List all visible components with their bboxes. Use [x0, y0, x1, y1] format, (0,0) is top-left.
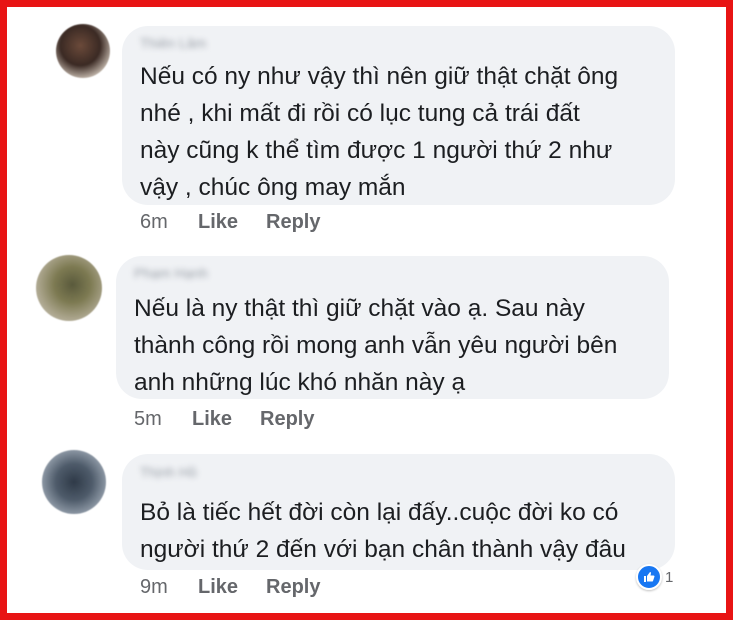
comment-text: Bỏ là tiếc hết đời còn lại đấy..cuộc đời… [140, 494, 626, 568]
comment-author[interactable]: Thiên Lâm [140, 35, 206, 51]
like-button[interactable]: Like [192, 408, 232, 431]
reply-button[interactable]: Reply [260, 408, 314, 431]
comment-timestamp[interactable]: 6m [140, 211, 168, 234]
comment-line: Nếu có ny như vậy thì nên giữ thật chặt … [140, 63, 619, 90]
like-button[interactable]: Like [198, 576, 238, 599]
reply-button[interactable]: Reply [266, 576, 320, 599]
comment-timestamp[interactable]: 5m [134, 408, 162, 431]
comment-line: này cũng k thể tìm được 1 người thứ 2 nh… [140, 137, 613, 164]
avatar[interactable] [42, 450, 106, 514]
avatar[interactable] [36, 255, 102, 321]
thumbs-up-icon [636, 564, 662, 590]
comment-line: thành công rồi mong anh vẫn yêu người bê… [134, 332, 618, 359]
like-button[interactable]: Like [198, 211, 238, 234]
reaction-summary[interactable]: 1 [636, 564, 673, 590]
comment-line: anh những lúc khó nhăn này ạ [134, 369, 466, 396]
comment-text: Nếu là ny thật thì giữ chặt vào ạ. Sau n… [134, 290, 617, 401]
comment-line: Nếu là ny thật thì giữ chặt vào ạ. Sau n… [134, 295, 585, 322]
comment-line: nhé , khi mất đi rồi có lục tung cả trái… [140, 100, 580, 127]
comment-line: Bỏ là tiếc hết đời còn lại đấy..cuộc đời… [140, 499, 619, 526]
reply-button[interactable]: Reply [266, 211, 320, 234]
comment-author[interactable]: Phạm Hạnh [134, 265, 208, 281]
comment-line: vậy , chúc ông may mắn [140, 174, 406, 201]
avatar[interactable] [56, 24, 110, 78]
reaction-count: 1 [665, 568, 674, 586]
comment-author[interactable]: Thịnh Hồ [140, 464, 197, 480]
comment-text: Nếu có ny như vậy thì nên giữ thật chặt … [140, 58, 618, 206]
comment-line: người thứ 2 đến với bạn chân thành vậy đ… [140, 536, 626, 563]
comment-timestamp[interactable]: 9m [140, 576, 168, 599]
